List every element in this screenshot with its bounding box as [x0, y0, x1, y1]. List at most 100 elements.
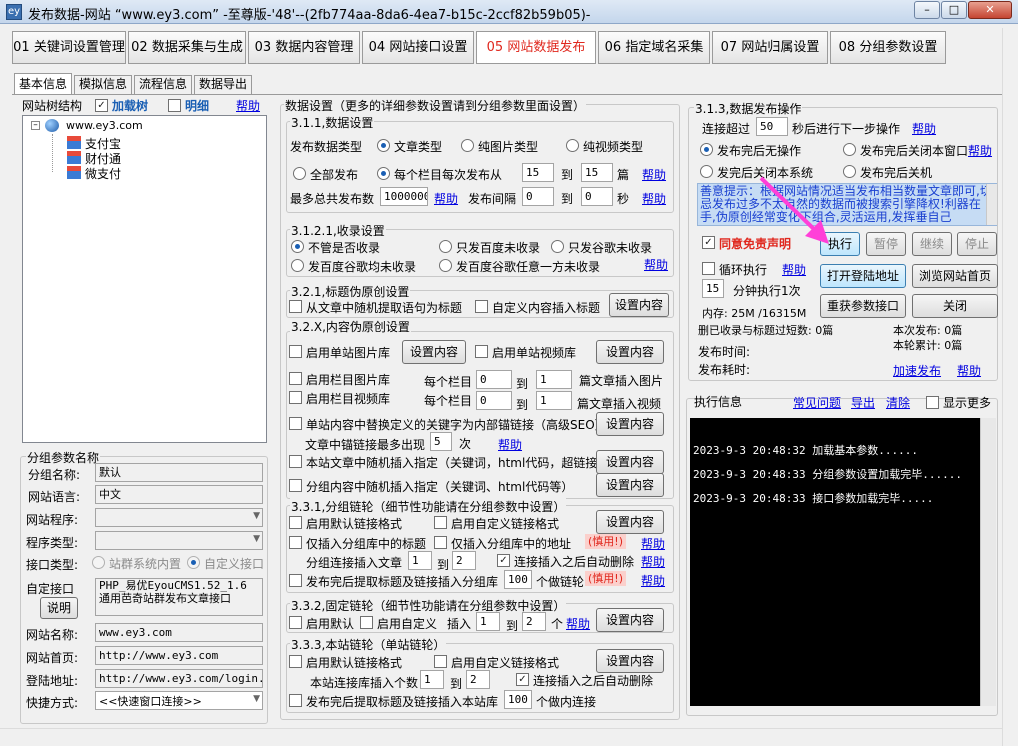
- pause-button[interactable]: 暂停: [866, 232, 906, 256]
- detail-checkbox[interactable]: [168, 99, 181, 112]
- tab-site-publish[interactable]: 05 网站数据发布: [476, 31, 596, 64]
- shortcut-select[interactable]: <<快速窗口连接>> ▼: [95, 691, 263, 710]
- max-total-help-link[interactable]: 帮助: [434, 190, 458, 207]
- title-setting-button[interactable]: 设置内容: [609, 293, 669, 317]
- type-video-radio[interactable]: [566, 139, 579, 152]
- loop-help-link[interactable]: 帮助: [782, 261, 806, 278]
- s331-help-link[interactable]: 帮助: [641, 535, 665, 552]
- site-tree[interactable]: – www.ey3.com 支付宝 财付通 微支付: [22, 115, 267, 443]
- tree-node[interactable]: 微支付: [85, 165, 121, 182]
- type-article-radio[interactable]: [377, 139, 390, 152]
- s333-count-input[interactable]: 100: [504, 690, 532, 709]
- s332-help-link[interactable]: 帮助: [566, 615, 590, 632]
- custom-interface-radio[interactable]: [187, 556, 200, 569]
- explain-button[interactable]: 说明: [40, 597, 78, 619]
- col-img-to-input[interactable]: 1: [536, 370, 572, 389]
- exec-log[interactable]: 2023-9-3 20:48:32 加载基本参数...... 2023-9-3 …: [690, 418, 980, 706]
- stop-button[interactable]: 停止: [957, 232, 997, 256]
- open-login-button[interactable]: 打开登陆地址: [820, 264, 906, 288]
- timeout-input[interactable]: 50: [756, 117, 788, 136]
- s331-extract-checkbox[interactable]: [289, 574, 302, 587]
- reload-params-button[interactable]: 重获参数接口: [820, 294, 906, 318]
- log-scrollbar[interactable]: [980, 418, 996, 706]
- tab-site-interface[interactable]: 04 网站接口设置: [362, 31, 474, 64]
- index-baidu-radio[interactable]: [439, 240, 452, 253]
- col-video-to-input[interactable]: 1: [536, 391, 572, 410]
- after-close-window-radio[interactable]: [843, 143, 856, 156]
- s333-extract-checkbox[interactable]: [289, 694, 302, 707]
- s333-from-input[interactable]: 1: [420, 670, 444, 689]
- s331-default-fmt-checkbox[interactable]: [289, 516, 302, 529]
- login-url-field[interactable]: http://www.ey3.com/login.ph: [95, 669, 263, 688]
- resume-button[interactable]: 继续: [912, 232, 952, 256]
- after-help-link[interactable]: 帮助: [968, 142, 992, 159]
- tab-keyword-settings[interactable]: 01 关键词设置管理: [12, 31, 126, 64]
- timeout-help-link[interactable]: 帮助: [912, 120, 936, 137]
- subtab-simulation-info[interactable]: 模拟信息: [74, 75, 132, 94]
- s332-default-checkbox[interactable]: [289, 616, 302, 629]
- s331-auto-delete-checkbox[interactable]: ✓: [497, 554, 510, 567]
- anchor-count-input[interactable]: 5: [430, 432, 452, 451]
- tab-domain-collect[interactable]: 06 指定域名采集: [598, 31, 710, 64]
- s333-custom-fmt-checkbox[interactable]: [434, 655, 447, 668]
- export-link[interactable]: 导出: [851, 394, 875, 411]
- interval-help-link[interactable]: 帮助: [642, 190, 666, 207]
- col-img-checkbox[interactable]: [289, 372, 302, 385]
- custom-title-checkbox[interactable]: [475, 300, 488, 313]
- site-program-select[interactable]: ▼: [95, 508, 263, 527]
- vertical-scrollbar[interactable]: [1002, 28, 1018, 746]
- tab-data-collection[interactable]: 02 数据采集与生成: [128, 31, 246, 64]
- max-total-input[interactable]: 1000000: [380, 187, 428, 206]
- per-from-input[interactable]: 15: [522, 163, 554, 182]
- type-image-radio[interactable]: [461, 139, 474, 152]
- col-video-from-input[interactable]: 0: [476, 391, 512, 410]
- site-name-field[interactable]: www.ey3.com: [95, 623, 263, 642]
- random-insert-setting-button[interactable]: 设置内容: [596, 450, 664, 474]
- subtab-basic-info[interactable]: 基本信息: [14, 73, 72, 95]
- random-insert-checkbox[interactable]: [289, 455, 302, 468]
- group-link-to-input[interactable]: 2: [452, 551, 476, 570]
- single-img-setting-button[interactable]: 设置内容: [402, 340, 466, 364]
- subtab-flow-info[interactable]: 流程信息: [134, 75, 192, 94]
- index-google-radio[interactable]: [551, 240, 564, 253]
- random-title-checkbox[interactable]: [289, 300, 302, 313]
- homepage-field[interactable]: http://www.ey3.com: [95, 646, 263, 665]
- single-video-setting-button[interactable]: 设置内容: [596, 340, 664, 364]
- browse-home-button[interactable]: 浏览网站首页: [912, 264, 998, 288]
- tree-root-node[interactable]: www.ey3.com: [66, 119, 143, 132]
- only-title-checkbox[interactable]: [289, 536, 302, 549]
- tab-site-ownership[interactable]: 07 网站归属设置: [712, 31, 828, 64]
- tip-scrollbar[interactable]: [986, 184, 997, 225]
- replace-keyword-checkbox[interactable]: [289, 417, 302, 430]
- single-img-checkbox[interactable]: [289, 345, 302, 358]
- s333-auto-delete-checkbox[interactable]: ✓: [516, 673, 529, 686]
- s331-auto-delete-help-link[interactable]: 帮助: [641, 553, 665, 570]
- index-both-radio[interactable]: [291, 259, 304, 272]
- after-none-radio[interactable]: [700, 143, 713, 156]
- interval-from-input[interactable]: 0: [522, 187, 554, 206]
- only-addr-checkbox[interactable]: [434, 536, 447, 549]
- s332-from-input[interactable]: 1: [476, 612, 500, 631]
- s333-to-input[interactable]: 2: [466, 670, 490, 689]
- s333-setting-button[interactable]: 设置内容: [596, 649, 664, 673]
- per-column-radio[interactable]: [377, 167, 390, 180]
- group-insert-checkbox[interactable]: [289, 479, 302, 492]
- col-img-from-input[interactable]: 0: [476, 370, 512, 389]
- group-insert-setting-button[interactable]: 设置内容: [596, 473, 664, 497]
- after-close-system-radio[interactable]: [700, 165, 713, 178]
- s331-setting-button[interactable]: 设置内容: [596, 510, 664, 534]
- group-name-field[interactable]: 默认: [95, 463, 263, 482]
- minimize-button[interactable]: –: [914, 1, 940, 19]
- close-button[interactable]: 关闭: [912, 294, 998, 318]
- tab-data-content[interactable]: 03 数据内容管理: [248, 31, 360, 64]
- tree-collapse-toggle[interactable]: –: [31, 121, 40, 130]
- s331-count-input[interactable]: 100: [504, 570, 532, 589]
- after-shutdown-radio[interactable]: [843, 165, 856, 178]
- show-more-checkbox[interactable]: [926, 396, 939, 409]
- replace-keyword-setting-button[interactable]: 设置内容: [596, 412, 664, 436]
- anchor-help-link[interactable]: 帮助: [498, 436, 522, 453]
- index-either-radio[interactable]: [439, 259, 452, 272]
- tree-help-link[interactable]: 帮助: [236, 97, 260, 114]
- subtab-data-export[interactable]: 数据导出: [194, 75, 252, 94]
- loop-checkbox[interactable]: [702, 262, 715, 275]
